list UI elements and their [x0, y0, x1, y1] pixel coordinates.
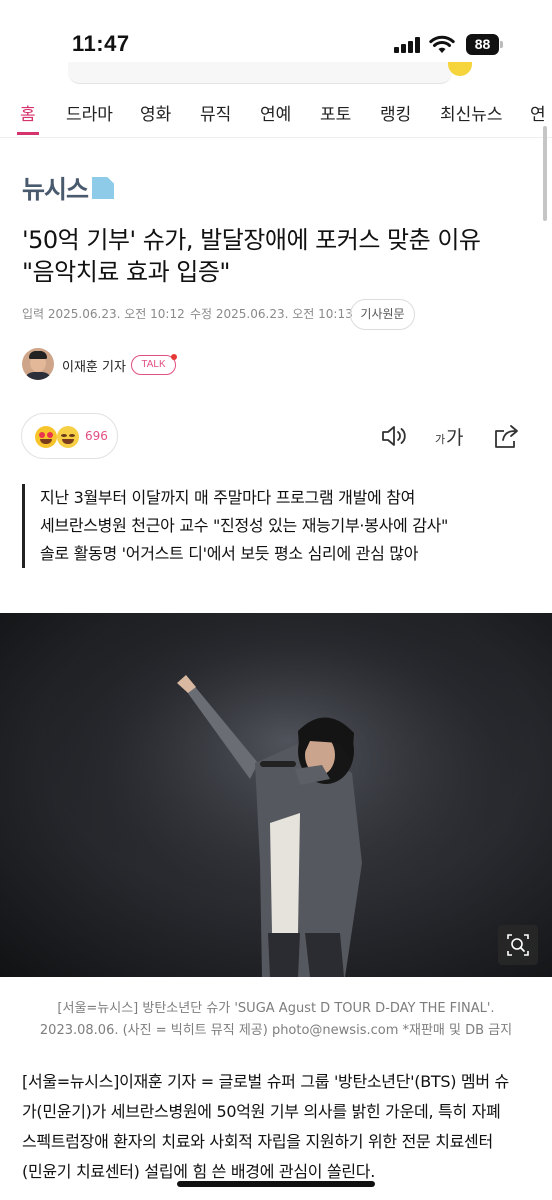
tab-drama[interactable]: 드라마 — [66, 100, 113, 125]
status-time: 11:47 — [72, 31, 130, 56]
publisher-logo-mark — [92, 177, 115, 199]
summary-line: 지난 3월부터 이달까지 매 주말마다 프로그램 개발에 참여 — [40, 488, 416, 507]
smile-emoji-icon — [57, 426, 79, 448]
tab-entertainment[interactable]: 연예 — [260, 100, 291, 125]
author-name[interactable]: 이재훈 기자 — [62, 356, 126, 375]
article-body: [서울=뉴시스]이재훈 기자 = 글로벌 슈퍼 그룹 '방탄소년단'(BTS) … — [22, 1067, 537, 1187]
published-date: 입력 2025.06.23. 오전 10:12 — [22, 307, 185, 321]
font-size-small-glyph: 가 — [435, 433, 446, 446]
scrollbar[interactable] — [543, 126, 547, 221]
signal-icon — [394, 37, 424, 53]
tab-more[interactable]: 연 — [530, 100, 546, 125]
performer-silhouette — [0, 613, 552, 977]
heart-eyes-emoji-icon — [35, 426, 57, 448]
notification-dot — [171, 354, 177, 360]
original-article-button[interactable]: 기사원문 — [350, 299, 415, 330]
battery-icon: 88 — [466, 34, 499, 55]
tab-music[interactable]: 뮤직 — [200, 100, 231, 125]
updated-date: 수정 2025.06.23. 오전 10:13 — [190, 307, 353, 321]
body-line: 스펙트럼장애 환자의 치료와 사회적 자립을 지원하기 위한 전문 치료센터 — [22, 1132, 493, 1151]
address-bar[interactable] — [68, 62, 452, 84]
reaction-count: 696 — [85, 429, 108, 443]
tab-movie[interactable]: 영화 — [140, 100, 171, 125]
tab-home[interactable]: 홈 — [20, 100, 36, 125]
font-size-icon[interactable]: 가 가 — [435, 423, 469, 449]
speaker-icon[interactable] — [381, 423, 409, 449]
photo-caption: [서울=뉴시스] 방탄소년단 슈가 'SUGA Agust D TOUR D-D… — [0, 998, 552, 1042]
publisher-logo[interactable]: 뉴시스 — [22, 173, 115, 204]
tab-latest-news[interactable]: 최신뉴스 — [440, 100, 503, 125]
tab-photo[interactable]: 포토 — [320, 100, 351, 125]
author-avatar[interactable] — [22, 348, 54, 380]
reaction-button[interactable]: 696 — [21, 413, 118, 459]
battery-nub — [500, 41, 503, 48]
article-photo[interactable] — [0, 613, 552, 977]
home-indicator[interactable] — [177, 1181, 375, 1187]
summary-line: 솔로 활동명 '어거스트 디'에서 보듯 평소 심리에 관심 많아 — [40, 544, 419, 563]
summary-line: 세브란스병원 천근아 교수 "진정성 있는 재능기부·봉사에 감사" — [40, 516, 449, 535]
headline-line-2: "음악치료 효과 입증" — [22, 258, 230, 286]
talk-badge[interactable]: TALK — [131, 355, 176, 375]
category-nav: 홈 드라마 영화 뮤직 연예 포토 랭킹 최신뉴스 연 — [0, 88, 552, 138]
tab-ranking[interactable]: 랭킹 — [380, 100, 411, 125]
article-summary: 지난 3월부터 이달까지 매 주말마다 프로그램 개발에 참여 세브란스병원 천… — [22, 484, 492, 568]
zoom-icon — [507, 934, 529, 956]
publisher-name: 뉴시스 — [22, 175, 89, 204]
caption-line-2: 2023.08.06. (사진 = 빅히트 뮤직 제공) photo@newsi… — [39, 1023, 513, 1038]
body-line: 가(민윤기)가 세브란스병원에 50억원 기부 의사를 밝힌 가운데, 특히 자… — [22, 1102, 501, 1121]
headline-line-1: '50억 기부' 슈가, 발달장애에 포커스 맞춘 이유 — [22, 226, 481, 254]
zoom-button[interactable] — [498, 925, 538, 965]
font-size-big-glyph: 가 — [446, 427, 464, 449]
wifi-icon — [429, 35, 455, 53]
article-headline: '50억 기부' 슈가, 발달장애에 포커스 맞춘 이유 "음악치료 효과 입증… — [22, 224, 537, 288]
share-icon[interactable] — [493, 423, 521, 449]
body-line: [서울=뉴시스]이재훈 기자 = 글로벌 슈퍼 그룹 '방탄소년단'(BTS) … — [22, 1072, 509, 1091]
caption-line-1: [서울=뉴시스] 방탄소년단 슈가 'SUGA Agust D TOUR D-D… — [57, 1001, 495, 1016]
active-tab-indicator — [17, 132, 39, 135]
status-bar: 11:47 88 — [0, 0, 552, 62]
